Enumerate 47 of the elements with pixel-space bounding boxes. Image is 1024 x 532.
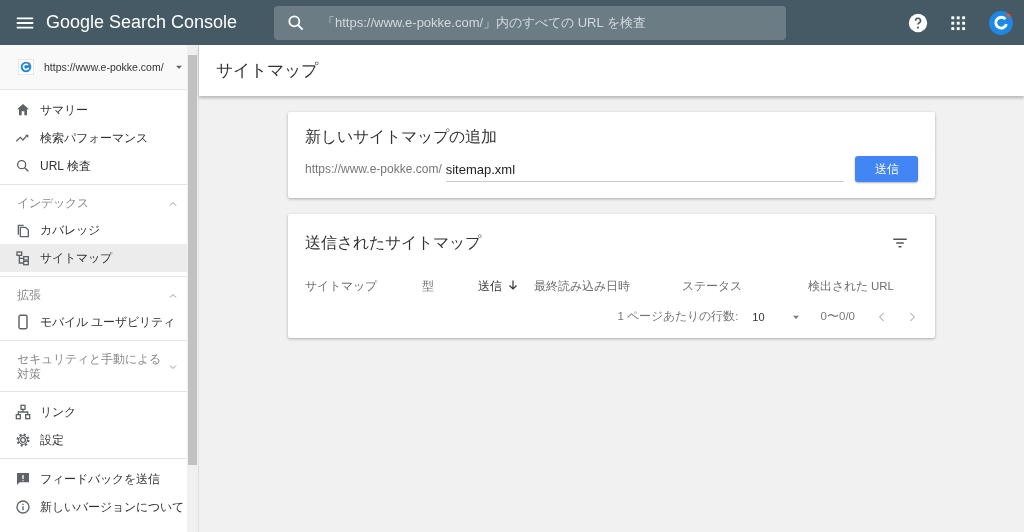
app-title: Google Search Console	[46, 12, 239, 33]
scrollbar[interactable]	[187, 45, 198, 532]
nav-item[interactable]: 新しいバージョンについて	[0, 493, 187, 521]
nav-item[interactable]: サイトマップ	[0, 244, 187, 272]
page-range: 0〜0/0	[820, 309, 855, 324]
nav-item[interactable]: フィードバックを送信	[0, 465, 187, 493]
property-selector[interactable]: https://www.e-pokke.com/	[0, 45, 187, 90]
submit-button[interactable]: 送信	[855, 156, 918, 182]
nav-item[interactable]: URL 検査	[0, 152, 187, 180]
nav-item[interactable]: 設定	[0, 426, 187, 454]
search-icon	[15, 158, 31, 174]
column-header[interactable]: 検出された URL	[807, 279, 894, 301]
settings-icon	[15, 432, 31, 448]
column-header[interactable]: 最終読み込み日時	[534, 279, 682, 301]
column-header[interactable]: ステータス	[682, 279, 808, 301]
nav-item[interactable]: カバレッジ	[0, 216, 187, 244]
search-input[interactable]: 「https://www.e-pokke.com/」内のすべての URL を検査	[320, 14, 786, 31]
nav-item[interactable]: サマリー	[0, 96, 187, 124]
feedback-icon	[15, 471, 31, 487]
card-title: 送信されたサイトマップ	[305, 232, 481, 253]
info-icon	[15, 499, 31, 515]
rows-per-page-label: 1 ページあたりの行数:	[617, 309, 739, 324]
card-title: 新しいサイトマップの追加	[304, 127, 498, 147]
help-icon[interactable]	[908, 12, 928, 33]
section-header[interactable]: セキュリティと手動による対策	[0, 347, 187, 387]
home-icon	[15, 102, 31, 118]
sort-down-arrow-icon	[507, 279, 519, 291]
copy-pages-icon	[15, 222, 31, 238]
sitemap-tree-icon	[15, 250, 31, 266]
section-header[interactable]: インデックス	[0, 191, 187, 216]
column-header[interactable]: 型	[422, 279, 478, 301]
nav-item[interactable]: モバイル ユーザビリティ	[0, 308, 187, 336]
section-header[interactable]: 拡張	[0, 283, 187, 308]
nav-item[interactable]: リンク	[0, 398, 187, 426]
account-avatar-icon[interactable]	[988, 9, 1014, 36]
link-network-icon	[15, 404, 31, 420]
page-title: サイトマップ	[216, 60, 318, 82]
column-header[interactable]: サイトマップ	[305, 279, 422, 301]
site-logo-icon	[18, 59, 34, 75]
nav-item[interactable]: 検索パフォーマンス	[0, 124, 187, 152]
rows-per-page-select[interactable]: 10	[752, 310, 801, 323]
column-header[interactable]: 送信	[478, 279, 534, 301]
search-field[interactable]: 「https://www.e-pokke.com/」内のすべての URL を検査	[274, 5, 786, 40]
phone-icon	[15, 314, 31, 330]
sitemap-input-field[interactable]: sitemap.xml	[445, 156, 844, 182]
url-prefix: https://www.e-pokke.com/	[305, 162, 442, 176]
search-icon	[286, 12, 306, 33]
